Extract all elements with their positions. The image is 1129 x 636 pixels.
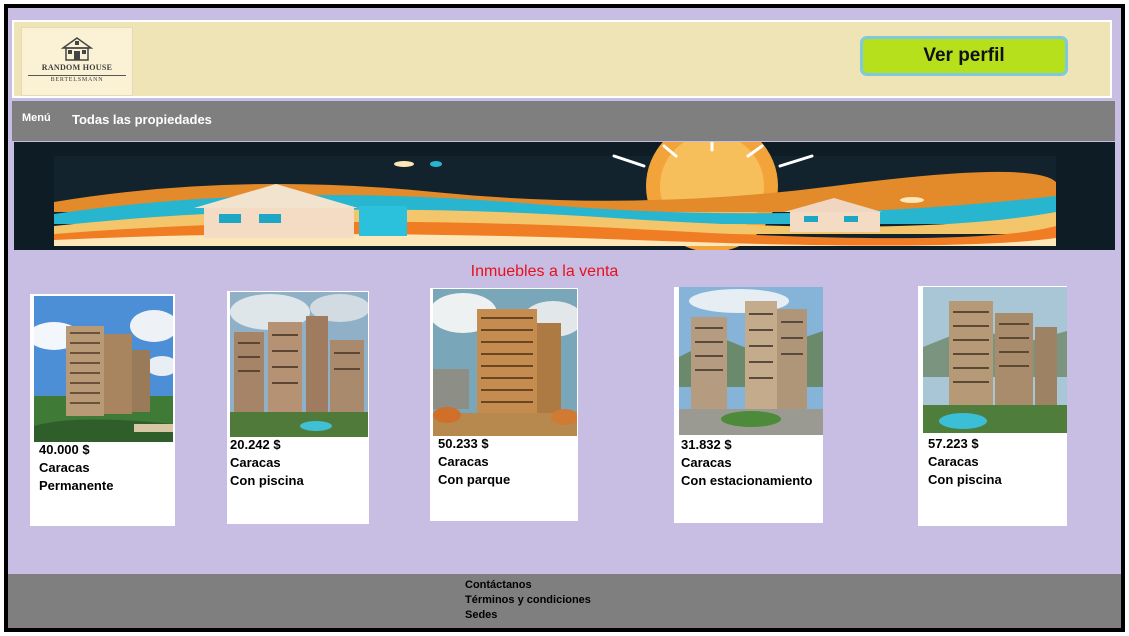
listing-city: Caracas (230, 455, 281, 470)
building-image (433, 289, 577, 436)
property-photo (34, 296, 173, 442)
listings-heading: Inmuebles a la venta (470, 263, 619, 280)
listing-city: Caracas (39, 460, 90, 475)
nav-bar: Menú Todas las propiedades (12, 101, 1115, 141)
listing-info: 57.223 $ Caracas Con piscina (928, 435, 1002, 489)
header: RANDOM HOUSE BERTELSMANN Ver perfil (12, 20, 1112, 98)
view-profile-button[interactable]: Ver perfil (860, 36, 1068, 76)
listing-feature: Con parque (438, 472, 511, 487)
listing-feature: Con piscina (230, 473, 304, 488)
listing-feature: Permanente (39, 478, 114, 493)
footer: Contáctanos Términos y condiciones Sedes (8, 574, 1121, 628)
footer-locations-link[interactable]: Sedes (465, 609, 497, 621)
building-image (923, 287, 1067, 433)
listing-price: 57.223 $ (928, 436, 979, 451)
logo-text-primary: RANDOM HOUSE (41, 63, 113, 72)
logo-text-secondary: BERTELSMANN (50, 77, 104, 83)
property-photo (679, 287, 823, 435)
listing-city: Caracas (928, 454, 979, 469)
listing-price: 20.242 $ (230, 437, 281, 452)
property-photo (433, 289, 577, 436)
property-photo (230, 292, 368, 437)
listing-info: 31.832 $ Caracas Con estacionamiento (681, 436, 812, 490)
listing-price: 40.000 $ (39, 442, 90, 457)
listing-card[interactable]: 31.832 $ Caracas Con estacionamiento (674, 287, 823, 523)
listing-feature: Con estacionamiento (681, 473, 813, 488)
sunset-houses-illustration (14, 142, 1115, 250)
brand-logo[interactable]: RANDOM HOUSE BERTELSMANN (21, 27, 133, 96)
listing-card[interactable]: 57.223 $ Caracas Con piscina (918, 286, 1067, 526)
listing-card[interactable]: 20.242 $ Caracas Con piscina (227, 291, 369, 524)
hero-banner (14, 142, 1115, 250)
house-icon (60, 37, 94, 61)
listing-info: 20.242 $ Caracas Con piscina (230, 436, 304, 490)
footer-contact-link[interactable]: Contáctanos (465, 579, 532, 591)
listing-card[interactable]: 50.233 $ Caracas Con parque (430, 288, 578, 521)
building-image (679, 287, 823, 435)
building-image (34, 296, 173, 442)
listing-feature: Con piscina (928, 472, 1002, 487)
nav-menu-link[interactable]: Menú (22, 112, 51, 124)
property-photo (923, 287, 1067, 433)
building-image (230, 292, 368, 437)
listing-city: Caracas (438, 454, 489, 469)
listing-city: Caracas (681, 455, 732, 470)
listing-card[interactable]: 40.000 $ Caracas Permanente (30, 294, 175, 526)
listing-price: 31.832 $ (681, 437, 732, 452)
listing-info: 50.233 $ Caracas Con parque (438, 435, 510, 489)
listing-info: 40.000 $ Caracas Permanente (39, 441, 113, 495)
footer-terms-link[interactable]: Términos y condiciones (465, 594, 591, 606)
nav-all-properties-link[interactable]: Todas las propiedades (72, 112, 212, 127)
logo-divider (28, 75, 126, 76)
listing-price: 50.233 $ (438, 436, 489, 451)
